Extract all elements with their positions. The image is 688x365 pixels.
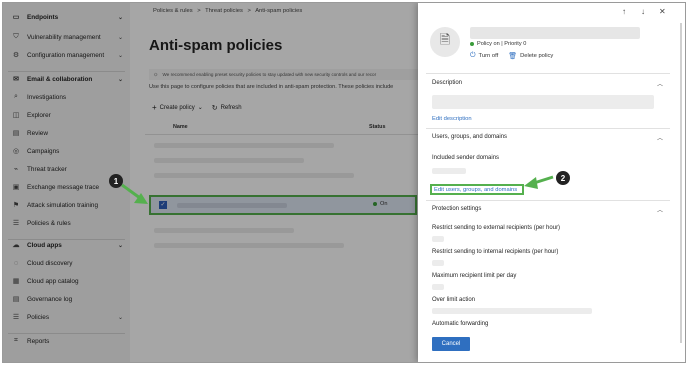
callout-2: 2 <box>556 171 570 185</box>
chevron-up-icon[interactable]: ︿ <box>657 133 663 142</box>
value-redacted <box>432 236 444 242</box>
value-redacted <box>432 308 592 314</box>
section-divider <box>426 73 670 74</box>
status-on-dot <box>470 42 474 46</box>
value-redacted <box>432 260 444 266</box>
delete-policy-label: Delete policy <box>520 53 554 59</box>
edit-description-link[interactable]: Edit description <box>432 116 472 122</box>
trash-icon: 🗑 <box>508 53 518 60</box>
policy-actions: ⏻ Turn off 🗑 Delete policy <box>470 52 563 60</box>
external-recipients-label: Restrict sending to external recipients … <box>432 225 561 231</box>
policy-status-priority: Policy on | Priority 0 <box>477 41 527 47</box>
turn-off-label: Turn off <box>478 53 499 59</box>
description-section-title: Description <box>432 80 463 86</box>
automatic-forwarding-label: Automatic forwarding <box>432 321 489 327</box>
protection-section-title: Protection settings <box>432 206 482 212</box>
chevron-up-icon[interactable]: ︿ <box>657 205 663 214</box>
screenshot-frame: ▭ Endpoints ⌄ ⛉ Vulnerability management ⌄ ⚙ Co… <box>2 2 686 363</box>
delete-policy-button[interactable]: 🗑 Delete policy <box>508 52 553 60</box>
included-sender-domains-label: Included sender domains <box>432 155 500 161</box>
close-icon[interactable]: ✕ <box>659 7 666 16</box>
policy-flyout: ↑ ↓ ✕ 🗎 Policy on | Priority 0 ⏻ Turn of… <box>418 3 685 362</box>
max-recipient-label: Maximum recipient limit per day <box>432 273 517 279</box>
chevron-up-icon[interactable]: ︿ <box>657 79 663 88</box>
policy-status-line: Policy on | Priority 0 <box>470 41 526 47</box>
value-redacted <box>432 284 444 290</box>
scrollbar[interactable] <box>680 23 682 343</box>
power-icon: ⏻ <box>470 52 476 59</box>
internal-recipients-label: Restrict sending to internal recipients … <box>432 249 559 255</box>
over-limit-action-label: Over limit action <box>432 297 476 303</box>
arrow-up-icon[interactable]: ↑ <box>622 7 626 16</box>
turn-off-button[interactable]: ⏻ Turn off <box>470 52 498 60</box>
policy-document-icon: 🗎 <box>430 27 460 57</box>
section-divider <box>426 200 670 201</box>
arrow-down-icon[interactable]: ↓ <box>641 7 645 16</box>
sender-domains-redacted <box>432 168 466 174</box>
policy-name-redacted <box>470 27 640 39</box>
edit-users-groups-domains-link[interactable]: Edit users, groups, and domains <box>430 184 524 195</box>
section-divider <box>426 128 670 129</box>
users-section-title: Users, groups, and domains <box>432 134 508 140</box>
description-redacted <box>432 95 654 109</box>
modal-dimmer <box>3 3 418 362</box>
cancel-button[interactable]: Cancel <box>432 337 470 351</box>
callout-1: 1 <box>109 174 123 188</box>
